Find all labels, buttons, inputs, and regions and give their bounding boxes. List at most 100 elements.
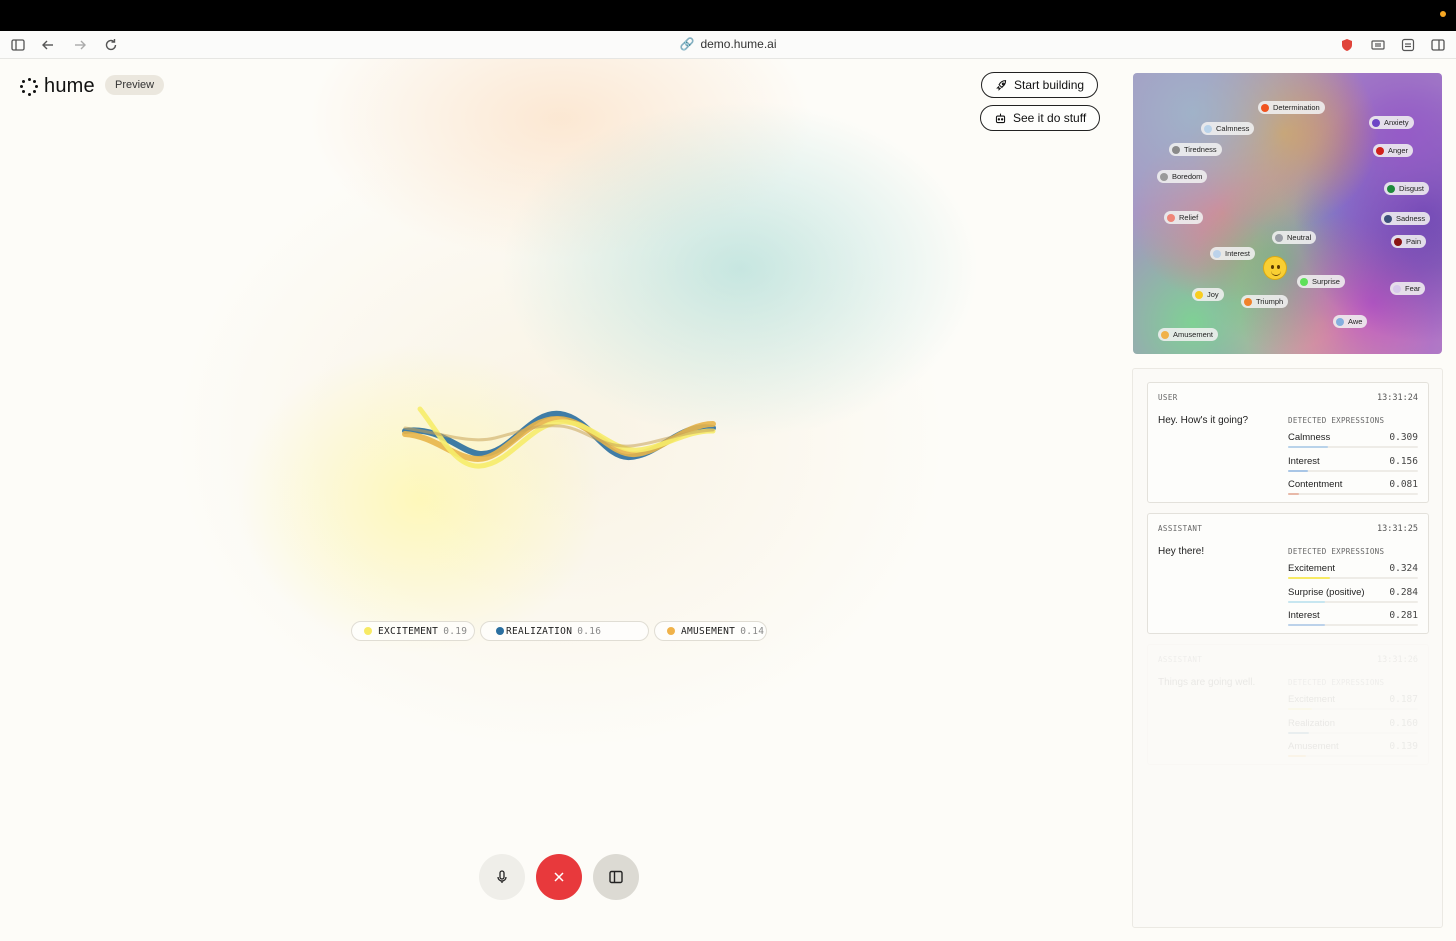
address-bar[interactable]: 🔗 demo.hume.ai: [0, 37, 1456, 51]
end-call-button[interactable]: [536, 854, 582, 900]
emotion-map-tag-calmness: Calmness: [1201, 122, 1255, 135]
message-text: Hey. How's it going?: [1158, 415, 1249, 426]
expression-bar: [1288, 731, 1418, 734]
emotion-map-label: Anxiety: [1384, 118, 1409, 127]
chip-label: AMUSEMENT: [681, 625, 736, 637]
emotion-map-label: Pain: [1406, 237, 1422, 246]
amusement-dot-icon: [667, 627, 675, 635]
toggle-panel-button[interactable]: [593, 854, 639, 900]
expression-name: Amusement: [1288, 741, 1339, 752]
message-timestamp: 13:31:24: [1377, 393, 1418, 403]
emotion-map-label: Boredom: [1172, 172, 1203, 181]
detected-expressions-heading: DETECTED EXPRESSIONS: [1288, 416, 1385, 425]
emotion-map-label: Surprise: [1312, 277, 1340, 286]
emotion-chip-realization: REALIZATION 0.16: [480, 621, 649, 641]
reader-icon[interactable]: [1370, 37, 1386, 53]
emotion-map-label: Determination: [1273, 103, 1320, 112]
brand-name: hume: [44, 75, 95, 97]
expression-score: 0.139: [1389, 741, 1418, 752]
expression-bar: [1288, 577, 1418, 579]
emotion-map-tag-surprise: Surprise: [1297, 275, 1345, 288]
expression-score: 0.324: [1389, 563, 1418, 574]
emotion-dot-icon: [1244, 297, 1252, 306]
message-text: Hey there!: [1158, 546, 1205, 557]
chip-label: REALIZATION: [506, 625, 573, 637]
emotion-map-tag-fear: Fear: [1390, 282, 1426, 295]
recording-indicator-icon: [1440, 11, 1446, 17]
emotion-dot-icon: [1336, 317, 1344, 326]
message-role: ASSISTANT: [1158, 524, 1203, 533]
expression-name: Excitement: [1288, 563, 1335, 574]
emotion-dot-icon: [1275, 233, 1283, 242]
expression-bar: [1288, 446, 1418, 448]
emotion-dot-icon: [1300, 277, 1308, 286]
message-timestamp: 13:31:25: [1377, 524, 1418, 534]
emotion-map-tag-anger: Anger: [1373, 144, 1414, 157]
emotion-chip-excitement: EXCITEMENT 0.19: [351, 621, 475, 641]
expression-bar-fill: [1288, 469, 1308, 472]
expression-row: Contentment 0.081: [1288, 479, 1418, 499]
robot-icon: [995, 113, 1006, 123]
emotion-map-tag-disgust: Disgust: [1384, 182, 1430, 195]
expression-name: Contentment: [1288, 479, 1343, 490]
os-menu-bar: [0, 0, 1456, 31]
emotion-map-label: Neutral: [1287, 233, 1312, 242]
expression-bar: [1288, 708, 1418, 710]
expression-bar-fill: [1288, 624, 1325, 626]
expression-row: Amusement 0.139: [1288, 741, 1418, 761]
app-canvas: hume Preview Start building See it do st…: [0, 59, 1456, 941]
expression-score: 0.187: [1389, 694, 1418, 705]
emotion-dot-icon: [1172, 145, 1180, 154]
expression-score: 0.309: [1389, 432, 1418, 443]
chat-transcript[interactable]: USER 13:31:24 Hey. How's it going? DETECTED…: [1132, 368, 1443, 928]
expression-score: 0.284: [1389, 586, 1418, 598]
emotion-dot-icon: [1384, 214, 1392, 223]
brand-logo[interactable]: hume: [20, 75, 95, 98]
emotion-dot-icon: [1261, 103, 1269, 112]
see-it-do-stuff-label: See it do stuff: [1013, 111, 1087, 125]
microphone-icon: [497, 870, 507, 883]
extensions-icon[interactable]: [1400, 37, 1416, 53]
expression-row: Surprise (positive) 0.284: [1288, 587, 1418, 607]
split-view-icon[interactable]: [1430, 37, 1446, 53]
expression-bar-fill: [1288, 493, 1299, 495]
excitement-dot-icon: [364, 627, 372, 635]
emotion-map-label: Relief: [1179, 213, 1199, 222]
emotion-map-label: Sadness: [1396, 214, 1426, 223]
emotion-dot-icon: [1195, 290, 1203, 299]
current-emotion-smiley-icon: [1263, 256, 1287, 280]
expression-bar-fill: [1288, 600, 1325, 603]
emotion-map-tag-tiredness: Tiredness: [1169, 143, 1222, 156]
expression-row: Interest 0.156: [1288, 456, 1418, 476]
expression-score: 0.160: [1389, 717, 1418, 729]
expression-bar-fill: [1288, 708, 1312, 710]
microphone-button[interactable]: [479, 854, 525, 900]
expression-bar-fill: [1288, 755, 1306, 757]
expression-name: Excitement: [1288, 694, 1335, 705]
shield-icon[interactable]: [1339, 37, 1355, 53]
expression-row: Interest 0.281: [1288, 610, 1418, 630]
see-it-do-stuff-button[interactable]: See it do stuff: [980, 105, 1101, 131]
emotion-dot-icon: [1393, 284, 1401, 293]
emotion-map-label: Tiredness: [1184, 145, 1217, 154]
emotion-map-tag-awe: Awe: [1333, 315, 1368, 328]
start-building-button[interactable]: Start building: [981, 72, 1099, 98]
expression-name: Realization: [1288, 717, 1335, 729]
expression-name: Interest: [1288, 455, 1320, 467]
emotion-map[interactable]: Determination Calmness Anxiety Tiredness Ang…: [1133, 73, 1442, 354]
emotion-map-tag-amusement: Amusement: [1158, 328, 1219, 341]
message-text: Things are going well.: [1158, 677, 1256, 688]
browser-toolbar: 🔗 demo.hume.ai: [0, 31, 1456, 59]
expression-bar: [1288, 469, 1418, 472]
emotion-map-label: Calmness: [1216, 124, 1250, 133]
emotion-map-label: Joy: [1207, 290, 1219, 299]
expression-row: Calmness 0.309: [1288, 432, 1418, 452]
url-text: demo.hume.ai: [700, 37, 777, 51]
emotion-dot-icon: [1394, 237, 1402, 246]
realization-dot-icon: [496, 627, 504, 635]
emotion-map-tag-triumph: Triumph: [1241, 295, 1289, 308]
emotion-map-label: Disgust: [1399, 184, 1425, 193]
expression-row: Excitement 0.187: [1288, 694, 1418, 714]
expression-score: 0.081: [1389, 479, 1418, 490]
expression-bar-fill: [1288, 577, 1330, 579]
